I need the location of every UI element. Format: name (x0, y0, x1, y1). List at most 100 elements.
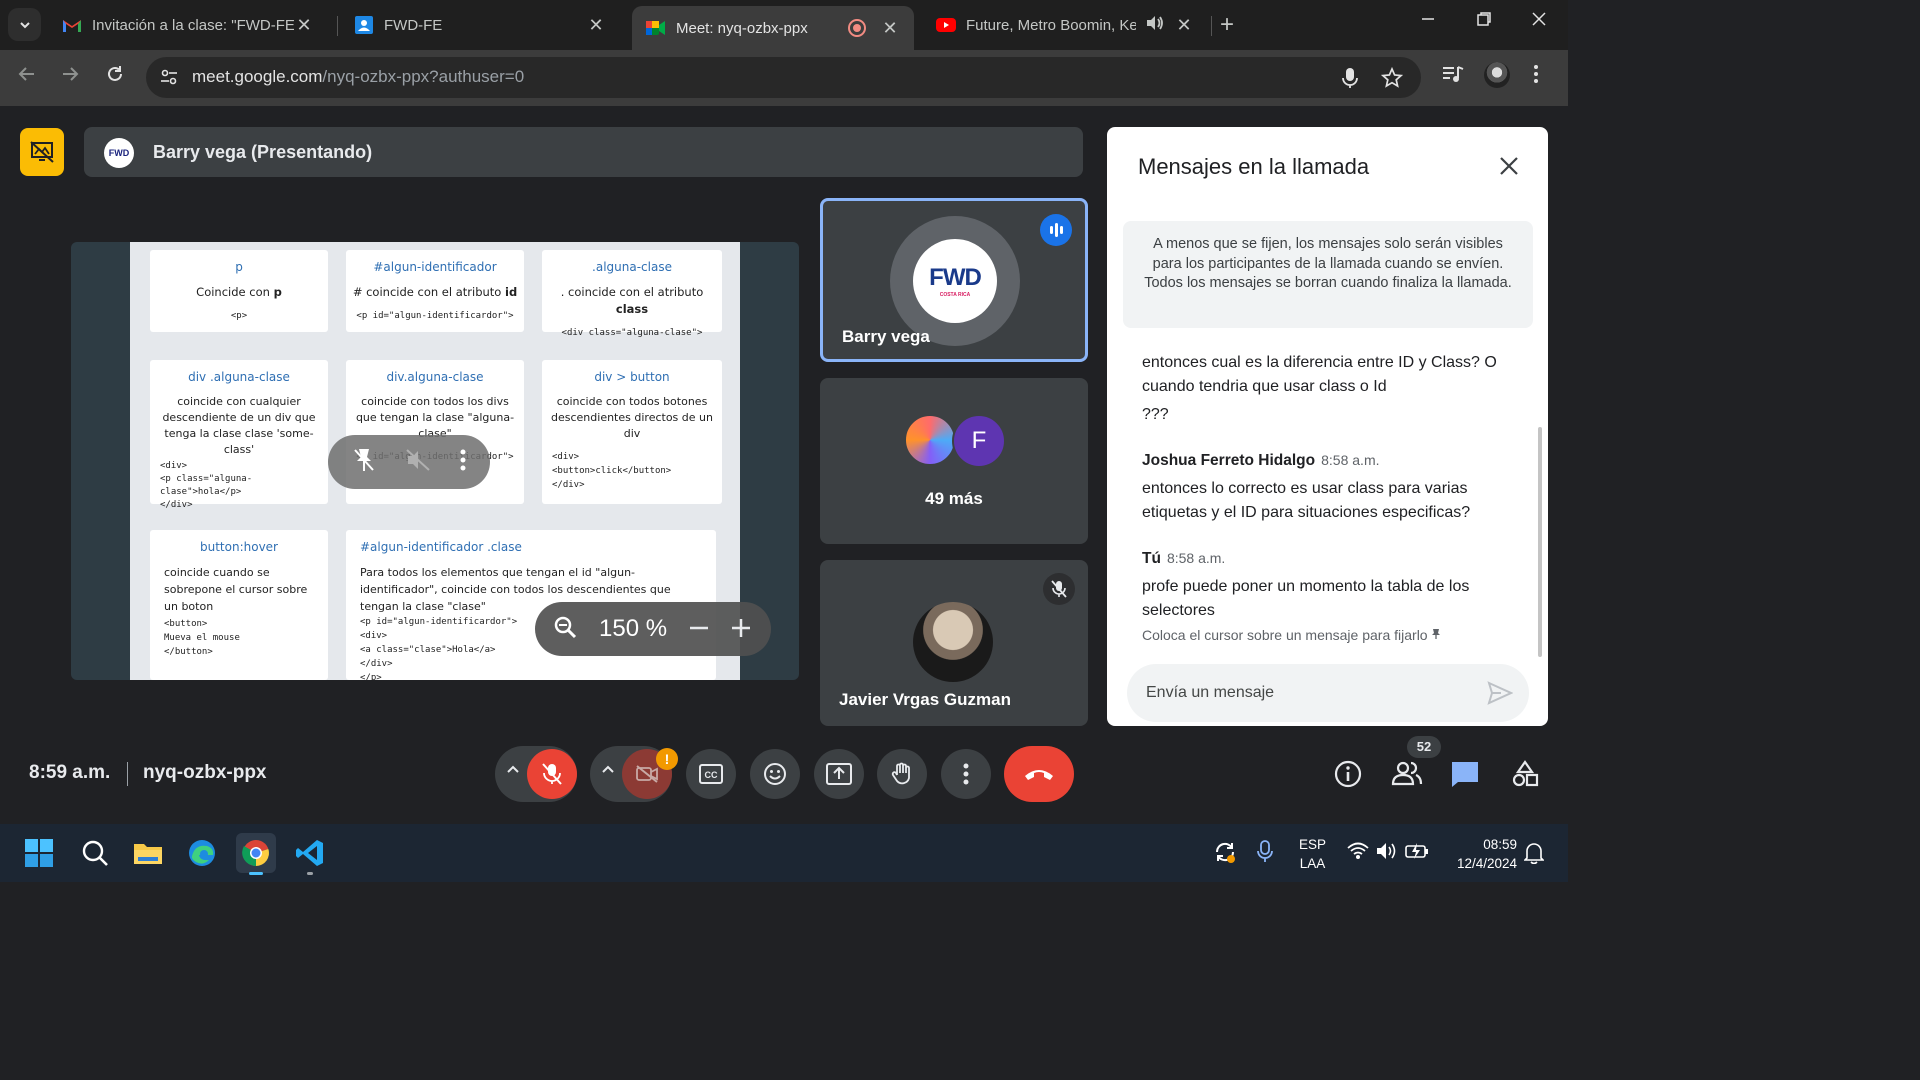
card-heading: #algun-identificador .clase (360, 540, 522, 554)
microphone-in-use-icon[interactable] (1257, 840, 1273, 867)
message-input[interactable] (1146, 664, 1466, 722)
browser-menu-icon[interactable] (1533, 64, 1539, 90)
participant-tile[interactable]: Javier Vrgas Guzman (820, 560, 1088, 726)
close-tab-icon[interactable]: ✕ (880, 18, 900, 39)
audio-settings-button[interactable] (506, 762, 520, 781)
profile-avatar[interactable] (1484, 62, 1510, 88)
more-vert-icon (963, 763, 969, 785)
restore-window-button[interactable] (1476, 10, 1492, 33)
edge-button[interactable] (182, 833, 222, 873)
panel-title: Mensajes en la llamada (1138, 154, 1370, 179)
activities-icon (1512, 760, 1539, 787)
chat-scrollbar[interactable] (1538, 427, 1542, 657)
microphone-toggle-button[interactable] (527, 749, 577, 799)
message-header: Tú 8:58 a.m. (1142, 550, 1225, 568)
start-button[interactable] (19, 833, 59, 873)
back-button[interactable] (17, 64, 37, 90)
chat-message[interactable]: ??? (1142, 403, 1512, 427)
reactions-button[interactable] (750, 749, 800, 799)
site-settings-icon[interactable] (158, 66, 182, 90)
send-icon[interactable] (1487, 681, 1514, 710)
people-button[interactable] (1391, 760, 1423, 791)
chat-message[interactable]: entonces lo correcto es usar class para … (1142, 477, 1512, 525)
close-tab-icon[interactable]: ✕ (1174, 15, 1194, 36)
close-window-button[interactable] (1531, 10, 1547, 33)
tab-classroom[interactable]: FWD-FE ✕ (340, 8, 620, 42)
card-description: coincide cuando se sobrepone el cursor s… (164, 566, 308, 613)
raise-hand-button[interactable] (877, 749, 927, 799)
chat-message[interactable]: profe puede poner un momento la tabla de… (1142, 575, 1512, 623)
voice-search-icon[interactable] (1342, 67, 1358, 95)
message-time: 8:58 a.m. (1166, 550, 1226, 566)
present-screen-button[interactable] (814, 749, 864, 799)
mic-off-icon (1043, 573, 1075, 605)
new-tab-button[interactable]: + (1220, 11, 1234, 39)
wifi-icon[interactable] (1347, 842, 1369, 863)
zoom-in-button[interactable] (731, 613, 751, 645)
close-tab-icon[interactable]: ✕ (586, 15, 606, 36)
plus-icon (732, 619, 751, 637)
screen: Invitación a la clase: "FWD-FE" ✕ FWD-FE… (0, 0, 1568, 882)
svg-text:CC: CC (705, 770, 718, 780)
unpin-icon[interactable] (352, 447, 376, 478)
reload-button[interactable] (105, 64, 125, 90)
running-app-indicator (307, 872, 313, 875)
participant-tile-active-speaker[interactable]: FWD COSTA RICA Barry vega (820, 198, 1088, 362)
media-control-icon[interactable] (1442, 64, 1464, 90)
selector-card: div > button coincide con todos botones … (542, 360, 722, 504)
leave-call-button[interactable] (1004, 746, 1074, 802)
chat-button[interactable] (1450, 760, 1480, 793)
url-path: /nyq-ozbx-ppx?authuser=0 (322, 67, 525, 86)
captions-button[interactable]: CC (686, 749, 736, 799)
recording-icon (848, 19, 866, 37)
more-options-icon[interactable] (460, 449, 466, 476)
volume-icon[interactable] (1376, 842, 1398, 863)
close-panel-button[interactable] (1499, 151, 1519, 183)
speaking-indicator-icon (1040, 214, 1072, 246)
chrome-button[interactable] (236, 833, 276, 875)
file-explorer-button[interactable] (128, 833, 168, 873)
more-options-button[interactable] (941, 749, 991, 799)
in-call-messages-panel: Mensajes en la llamada A menos que se fi… (1107, 127, 1548, 726)
zoom-out-button[interactable] (689, 613, 709, 645)
card-code: <p id="algun-identificardor"> (356, 311, 514, 321)
tab-gmail[interactable]: Invitación a la clase: "FWD-FE" ✕ (48, 8, 328, 42)
tab-youtube[interactable]: Future, Metro Boomin, Kend ✕ (922, 8, 1208, 42)
address-bar[interactable]: meet.google.com/nyq-ozbx-ppx?authuser=0 (146, 57, 1421, 98)
meeting-details-button[interactable] (1334, 760, 1362, 793)
sync-icon[interactable] (1213, 840, 1237, 867)
minimize-window-button[interactable] (1420, 10, 1436, 33)
audio-playing-icon[interactable] (1146, 15, 1164, 35)
url-text[interactable]: meet.google.com/nyq-ozbx-ppx?authuser=0 (192, 67, 524, 87)
input-language-indicator[interactable]: ESP LAA (1299, 835, 1326, 873)
system-clock[interactable]: 08:59 12/4/2024 (1445, 835, 1517, 873)
camera-off-icon (636, 765, 658, 783)
battery-charging-icon[interactable] (1405, 842, 1429, 863)
bookmark-star-icon[interactable] (1380, 66, 1404, 95)
zoom-magnifier-icon[interactable] (553, 615, 577, 644)
search-button[interactable] (75, 833, 115, 873)
meet-call-area: FWD Barry vega (Presentando) p Coincide … (0, 106, 1568, 824)
card-code: <div> <p class="alguna-clase">hola</p> </… (160, 461, 253, 510)
mute-tab-audio-icon[interactable] (405, 448, 431, 477)
chat-message[interactable]: entonces cual es la diferencia entre ID … (1142, 351, 1512, 399)
presentation-stage[interactable]: p Coincide con p <p> #algun-identificado… (71, 242, 799, 680)
notifications-bell-icon[interactable] (1523, 842, 1545, 867)
tab-search-button[interactable] (8, 8, 41, 41)
mic-off-icon (542, 763, 562, 785)
call-time: 8:59 a.m. (29, 762, 111, 783)
tab-meet[interactable]: Meet: nyq-ozbx-ppx ✕ (632, 6, 914, 50)
zoom-level: 150 % (599, 615, 668, 642)
participant-tile-others[interactable]: F 49 más (820, 378, 1088, 544)
card-code: <div> <button>click</button> </div> (552, 452, 672, 490)
stop-presentation-button[interactable] (20, 128, 64, 176)
tab-title: Meet: nyq-ozbx-ppx (676, 19, 808, 37)
activities-button[interactable] (1511, 760, 1539, 793)
message-header: Joshua Ferreto Hidalgo 8:58 a.m. (1142, 452, 1380, 470)
video-settings-button[interactable] (601, 762, 615, 781)
people-icon (1391, 761, 1423, 786)
vscode-button[interactable] (290, 833, 330, 875)
forward-button[interactable] (60, 64, 80, 90)
card-heading: button:hover (200, 540, 278, 554)
close-tab-icon[interactable]: ✕ (294, 15, 314, 36)
